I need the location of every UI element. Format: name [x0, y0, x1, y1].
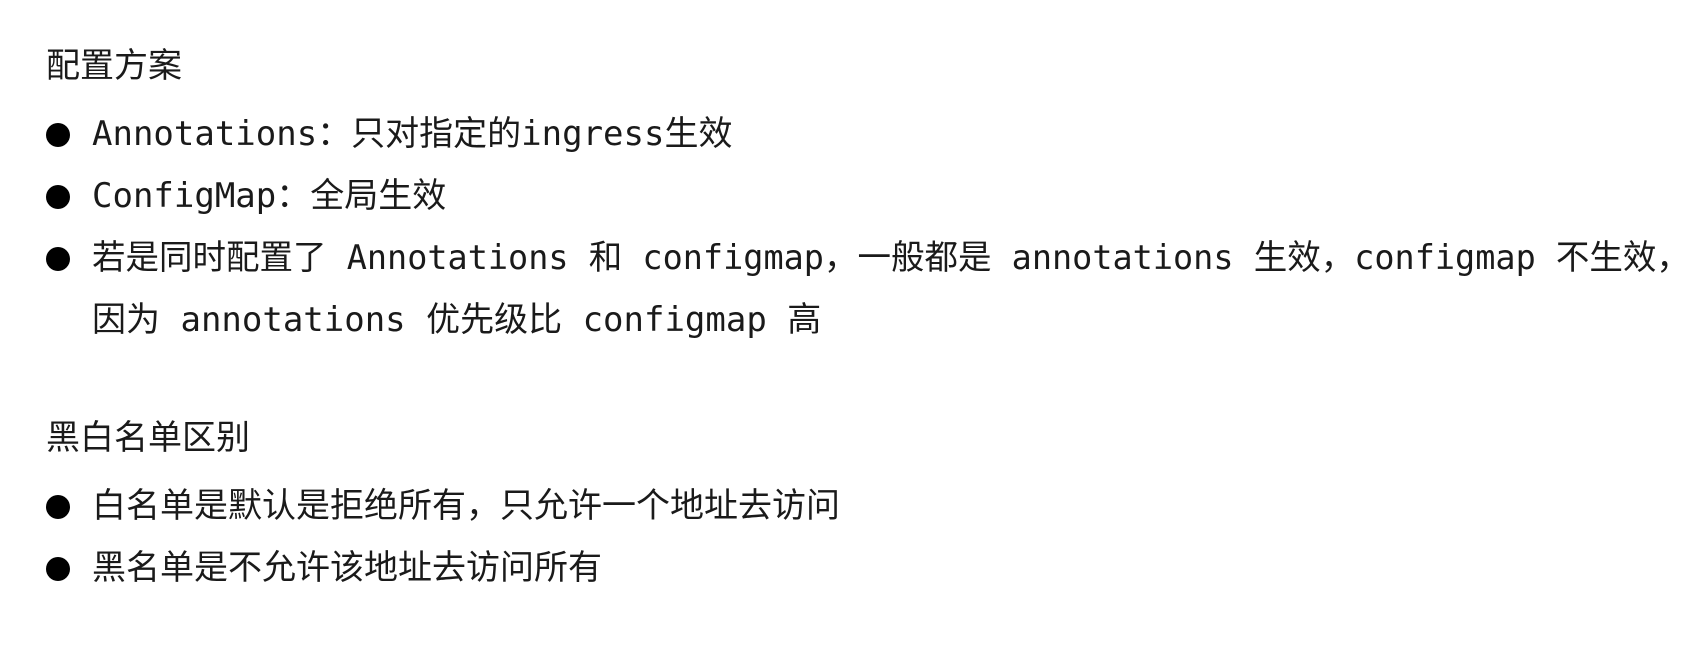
- list-item-text: 黑名单是不允许该地址去访问所有: [92, 548, 602, 588]
- list-item-continuation-text: 因为 annotations 优先级比 configmap 高: [92, 300, 822, 340]
- list-item-text: 若是同时配置了 Annotations 和 configmap，一般都是 ann…: [92, 238, 1690, 278]
- list-item-text: Annotations：只对指定的ingress生效: [92, 114, 733, 154]
- section-heading-black-white-list: 黑白名单区别: [46, 418, 250, 458]
- list-item-text: ConfigMap：全局生效: [92, 176, 447, 216]
- bullet-dot-icon: [46, 185, 70, 209]
- bullet-dot-icon: [46, 557, 70, 581]
- list-item-text: 白名单是默认是拒绝所有，只允许一个地址去访问: [92, 486, 840, 526]
- document-page: 配置方案 Annotations：只对指定的ingress生效 ConfigMa…: [0, 0, 1700, 653]
- section-heading-config-scheme: 配置方案: [46, 46, 182, 86]
- bullet-dot-icon: [46, 123, 70, 147]
- bullet-dot-icon: [46, 247, 70, 271]
- bullet-dot-icon: [46, 495, 70, 519]
